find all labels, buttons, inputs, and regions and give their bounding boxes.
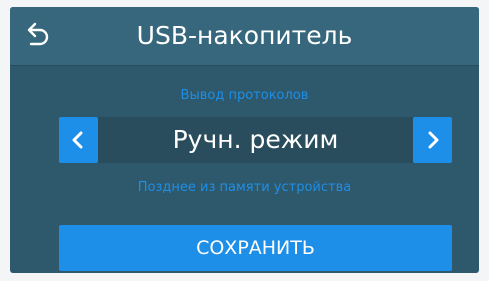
value-display: Ручн. режим — [98, 117, 413, 163]
header-bar: USB-накопитель — [10, 7, 479, 66]
previous-option-button[interactable] — [59, 117, 98, 163]
back-button[interactable] — [24, 20, 54, 50]
device-screen: USB-накопитель Вывод протоколов Ручн. ре… — [10, 7, 479, 273]
chevron-left-icon — [72, 131, 83, 149]
chevron-right-icon — [428, 131, 439, 149]
value-selector: Ручн. режим — [59, 117, 452, 163]
page-title: USB-накопитель — [136, 21, 353, 50]
selected-value: Ручн. режим — [172, 125, 339, 154]
setting-description: Позднее из памяти устройства — [137, 180, 352, 195]
next-option-button[interactable] — [413, 117, 452, 163]
back-arrow-icon — [27, 22, 49, 46]
save-button[interactable]: СОХРАНИТЬ — [59, 225, 452, 271]
setting-label: Вывод протоколов — [180, 88, 309, 103]
